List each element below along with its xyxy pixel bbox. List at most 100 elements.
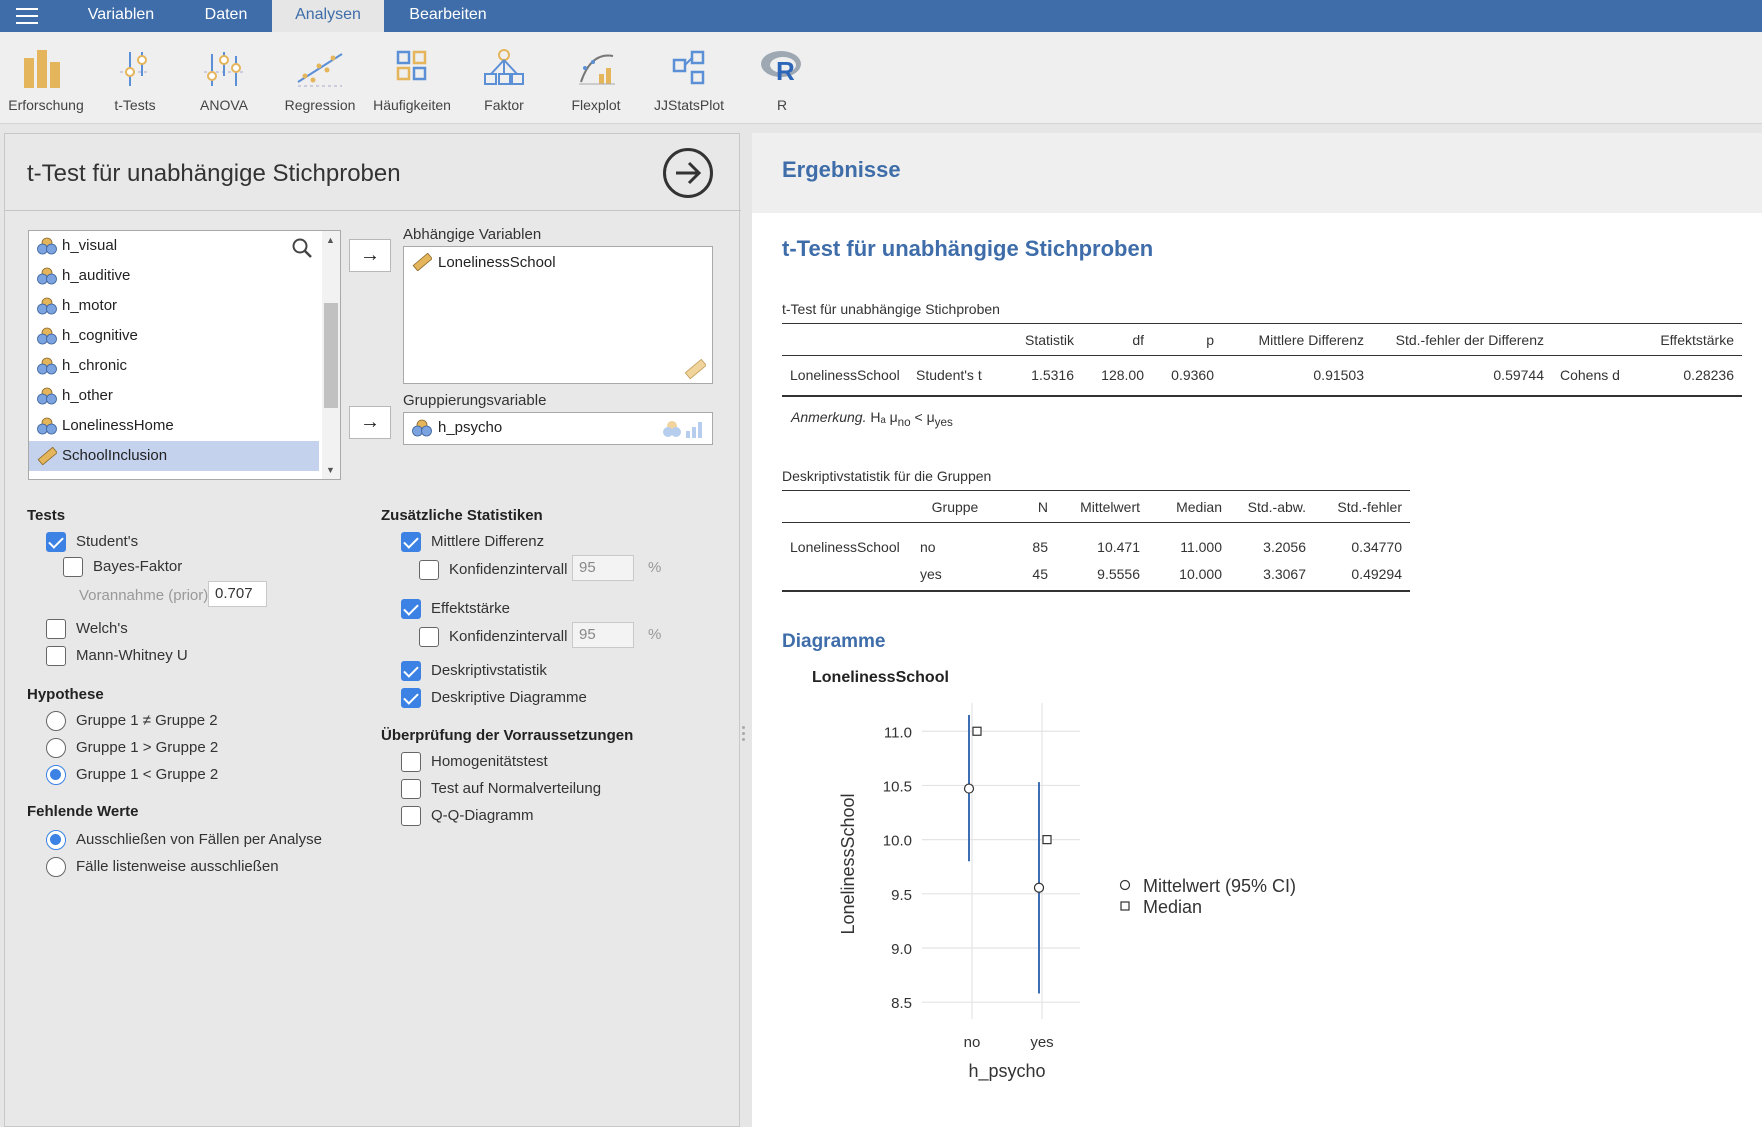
ribbon-faktor-button[interactable]: Faktor: [458, 46, 550, 113]
percent-unit: %: [648, 559, 662, 576]
checkbox-checked[interactable]: [401, 661, 421, 681]
radio-unchecked[interactable]: [46, 738, 66, 758]
checkbox-unchecked[interactable]: [419, 627, 439, 647]
tab-daten[interactable]: Daten: [178, 0, 274, 32]
bar-chart-icon: [24, 50, 60, 88]
tab-analysen[interactable]: Analysen: [272, 0, 384, 32]
students-checkbox[interactable]: Student's: [46, 530, 138, 554]
grouping-variable-item[interactable]: h_psycho: [438, 419, 502, 436]
hypothesis-radio-neq[interactable]: Gruppe 1 ≠ Gruppe 2: [46, 709, 218, 733]
t-tests-icon: [120, 52, 150, 86]
hamburger-menu-icon[interactable]: [16, 8, 38, 24]
variable-item[interactable]: h_chronic: [29, 351, 319, 381]
ribbon-label: Regression: [284, 97, 356, 113]
additional-stats-heading: Zusätzliche Statistiken: [381, 507, 543, 524]
run-analysis-button[interactable]: [663, 148, 713, 198]
descriptives-checkbox[interactable]: Deskriptivstatistik: [401, 659, 547, 683]
checkbox-unchecked[interactable]: [419, 560, 439, 580]
radio-checked[interactable]: [46, 830, 66, 850]
scroll-up-icon[interactable]: ▲: [326, 235, 335, 245]
variable-item[interactable]: h_other: [29, 381, 319, 411]
ribbon-haeufigkeiten-button[interactable]: Häufigkeiten: [366, 46, 458, 113]
checkbox-unchecked[interactable]: [401, 806, 421, 826]
variable-item[interactable]: LonelinessHome: [29, 411, 319, 441]
variable-name: h_auditive: [62, 267, 131, 284]
plot-title: LonelinessSchool: [812, 669, 949, 686]
option-label: Gruppe 1 ≠ Gruppe 2: [76, 712, 218, 729]
ribbon-jjstatsplot-button[interactable]: JJStatsPlot: [643, 46, 735, 113]
radio-unchecked[interactable]: [46, 711, 66, 731]
checkbox-checked[interactable]: [401, 532, 421, 552]
scroll-down-icon[interactable]: ▼: [326, 465, 335, 475]
descriptive-plots-checkbox[interactable]: Deskriptive Diagramme: [401, 686, 587, 710]
table-cell: 0.49294: [1314, 558, 1410, 592]
ribbon-regression-button[interactable]: Regression: [274, 46, 366, 113]
ribbon-r-button[interactable]: R R: [736, 46, 828, 113]
variable-item-selected[interactable]: SchoolInclusion: [29, 441, 319, 471]
legend-median-label: Median: [1143, 897, 1202, 917]
y-tick-label: 11.0: [884, 724, 912, 741]
legend-mean-symbol: [1119, 879, 1131, 891]
search-icon[interactable]: [291, 237, 313, 259]
missing-radio-per-analysis[interactable]: Ausschließen von Fällen per Analyse: [46, 828, 322, 852]
table-header: df: [1082, 323, 1152, 356]
effect-size-checkbox[interactable]: Effektstärke: [401, 597, 510, 621]
ci-effect-size-input[interactable]: 95: [572, 622, 634, 648]
checkbox-unchecked[interactable]: [401, 779, 421, 799]
checkbox-unchecked[interactable]: [46, 646, 66, 666]
ttest-table-caption: t-Test für unabhängige Stichproben: [782, 301, 1000, 317]
ci-mean-diff-checkbox[interactable]: Konfidenzintervall: [419, 558, 567, 582]
ci-effect-size-checkbox[interactable]: Konfidenzintervall: [419, 625, 567, 649]
title-divider: [5, 210, 741, 211]
ribbon-flexplot-button[interactable]: Flexplot: [550, 46, 642, 113]
variable-list[interactable]: h_visual h_auditive h_motor h_cognitive …: [28, 230, 341, 480]
table-header: [782, 490, 912, 523]
table-header: [1552, 323, 1642, 356]
ribbon-ttests-button[interactable]: t-Tests: [89, 46, 181, 113]
ribbon-anova-button[interactable]: ANOVA: [178, 46, 270, 113]
checkbox-unchecked[interactable]: [46, 619, 66, 639]
note-sub: yes: [934, 415, 953, 429]
table-cell: Student's t: [908, 355, 1012, 397]
table-cell: 45: [998, 558, 1056, 592]
welch-checkbox[interactable]: Welch's: [46, 617, 128, 641]
missing-radio-listwise[interactable]: Fälle listenweise ausschließen: [46, 855, 279, 879]
checkbox-checked[interactable]: [401, 688, 421, 708]
tab-variablen[interactable]: Variablen: [70, 0, 172, 32]
checkbox-checked[interactable]: [46, 532, 66, 552]
ci-mean-diff-input[interactable]: 95: [572, 555, 634, 581]
panel-splitter[interactable]: [742, 726, 746, 746]
checkbox-unchecked[interactable]: [401, 752, 421, 772]
hypothesis-radio-gt[interactable]: Gruppe 1 > Gruppe 2: [46, 736, 218, 760]
x-tick-labels: no yes: [964, 1034, 1054, 1051]
checkbox-unchecked[interactable]: [63, 557, 83, 577]
dependent-variable-item[interactable]: LonelinessSchool: [438, 254, 556, 271]
qq-plot-checkbox[interactable]: Q-Q-Diagramm: [401, 804, 534, 828]
variable-item[interactable]: h_motor: [29, 291, 319, 321]
homogeneity-checkbox[interactable]: Homogenitätstest: [401, 750, 548, 774]
grouping-variable-box[interactable]: h_psycho: [403, 412, 713, 445]
hypothesis-radio-lt[interactable]: Gruppe 1 < Gruppe 2: [46, 763, 218, 787]
normality-checkbox[interactable]: Test auf Normalverteilung: [401, 777, 601, 801]
checkbox-checked[interactable]: [401, 599, 421, 619]
option-label: Gruppe 1 < Gruppe 2: [76, 766, 219, 783]
mann-whitney-checkbox[interactable]: Mann-Whitney U: [46, 644, 188, 668]
variable-item[interactable]: h_visual: [29, 231, 319, 261]
dependent-variables-box[interactable]: LonelinessSchool: [403, 246, 713, 384]
ribbon-erforschung-button[interactable]: Erforschung: [0, 46, 92, 113]
mean-difference-checkbox[interactable]: Mittlere Differenz: [401, 530, 544, 554]
scroll-thumb[interactable]: [324, 303, 338, 408]
radio-checked[interactable]: [46, 765, 66, 785]
bayes-checkbox[interactable]: Bayes-Faktor: [63, 555, 182, 579]
variable-list-scrollbar[interactable]: ▲ ▼: [322, 231, 340, 479]
variable-item[interactable]: h_cognitive: [29, 321, 319, 351]
option-label: Test auf Normalverteilung: [431, 780, 602, 797]
y-tick-labels: 8.5 9.0 9.5 10.0 10.5 11.0: [883, 724, 912, 1012]
move-to-grouping-button[interactable]: →: [349, 406, 391, 439]
table-cell: [782, 558, 912, 592]
tab-bearbeiten[interactable]: Bearbeiten: [392, 0, 504, 32]
move-to-dependent-button[interactable]: →: [349, 239, 391, 272]
prior-input[interactable]: 0.707: [208, 581, 267, 607]
variable-item[interactable]: h_auditive: [29, 261, 319, 291]
radio-unchecked[interactable]: [46, 857, 66, 877]
